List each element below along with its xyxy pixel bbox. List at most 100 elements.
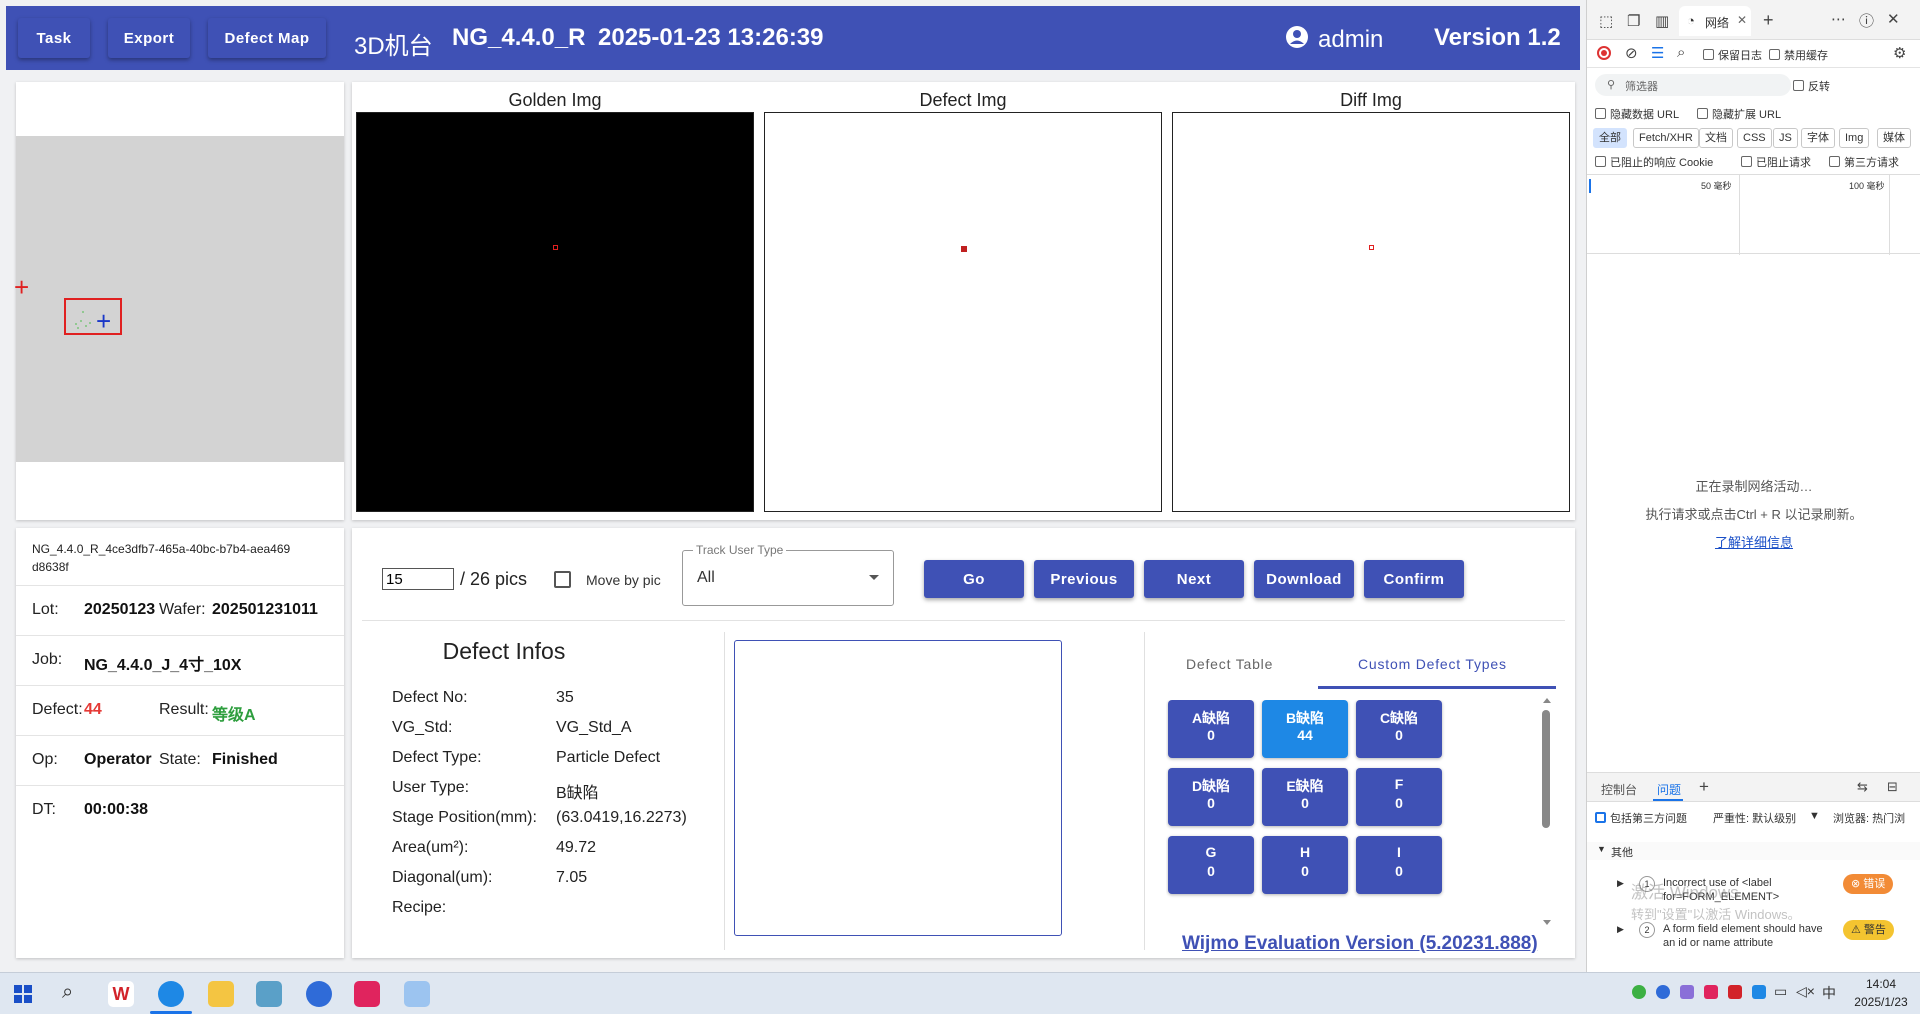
taskbar-date[interactable]: 2025/1/23 [1850, 995, 1912, 1009]
tray-icon[interactable] [1656, 985, 1670, 999]
type-button-d[interactable]: D缺陷 0 [1168, 768, 1254, 826]
search-icon[interactable]: ⌕ [62, 981, 73, 1004]
confirm-button[interactable]: Confirm [1364, 560, 1464, 598]
hide-ext-url-checkbox[interactable]: 隐藏扩展 URL [1697, 106, 1781, 122]
blocked-requests-checkbox[interactable]: 已阻止请求 [1741, 154, 1811, 170]
more-icon[interactable]: ⋯ [1831, 10, 1846, 28]
chip-all[interactable]: 全部 [1593, 128, 1627, 148]
hide-data-url-checkbox[interactable]: 隐藏数据 URL [1595, 106, 1679, 122]
other-group[interactable]: ▼ 其他 [1587, 842, 1920, 860]
defect-image[interactable] [764, 112, 1162, 512]
browser-select[interactable]: 浏览器: 热门浏 [1833, 810, 1905, 826]
ime-icon[interactable]: 中 [1822, 983, 1836, 1003]
expand-issue-icon[interactable]: ▶ [1617, 878, 1624, 889]
chip-css[interactable]: CSS [1737, 128, 1772, 148]
close-devtools-icon[interactable]: ✕ [1887, 10, 1900, 28]
previous-button[interactable]: Previous [1034, 560, 1134, 598]
learn-more-link[interactable]: 了解详细信息 [1587, 532, 1920, 552]
severity-dropdown-icon[interactable]: ▼ [1809, 810, 1820, 822]
chip-font[interactable]: 字体 [1801, 128, 1835, 148]
scroll-down-icon[interactable] [1543, 920, 1551, 925]
tab-defect-table[interactable]: Defect Table [1186, 656, 1273, 672]
type-button-e[interactable]: E缺陷 0 [1262, 768, 1348, 826]
map-selection-box[interactable] [64, 298, 122, 335]
scrollbar-thumb[interactable] [1542, 710, 1550, 828]
username[interactable]: admin [1318, 26, 1383, 54]
scroll-up-icon[interactable] [1543, 698, 1551, 703]
record-icon[interactable] [1597, 46, 1611, 60]
expand-group-icon[interactable]: ▼ [1597, 844, 1606, 854]
go-button[interactable]: Go [924, 560, 1024, 598]
preserve-log-checkbox[interactable]: 保留日志 [1703, 47, 1762, 63]
tray-icon[interactable] [1704, 985, 1718, 999]
wijmo-link[interactable]: Wijmo Evaluation Version (5.20231.888) [1182, 933, 1538, 955]
tray-icon[interactable] [1752, 985, 1766, 999]
app-icon[interactable] [354, 981, 380, 1007]
clear-icon[interactable]: ⊘ [1625, 44, 1638, 62]
taskbar-time[interactable]: 14:04 [1850, 977, 1912, 991]
app-icon[interactable] [404, 981, 430, 1007]
chip-doc[interactable]: 文档 [1699, 128, 1733, 148]
diff-image[interactable] [1172, 112, 1570, 512]
tab-issues[interactable]: 问题 [1657, 781, 1681, 798]
edge-icon[interactable] [158, 981, 184, 1007]
network-tray-icon[interactable]: ▭ [1774, 983, 1787, 1000]
type-button-i[interactable]: I0 [1356, 836, 1442, 894]
settings-gear-icon[interactable]: ⚙ [1893, 44, 1906, 62]
disable-cache-checkbox[interactable]: 禁用缓存 [1769, 47, 1828, 63]
chrome-icon[interactable] [306, 981, 332, 1007]
chip-img[interactable]: Img [1839, 128, 1870, 148]
chip-fetch[interactable]: Fetch/XHR [1633, 128, 1699, 148]
invert-checkbox[interactable]: 反转 [1793, 78, 1830, 94]
close-tab-icon[interactable]: ✕ [1737, 13, 1747, 27]
download-button[interactable]: Download [1254, 560, 1354, 598]
golden-image[interactable] [356, 112, 754, 512]
comment-textarea[interactable] [734, 640, 1062, 936]
dock-icon[interactable]: ⇆ [1857, 779, 1868, 795]
search-icon[interactable]: ⌕ [1677, 44, 1685, 61]
severity-select[interactable]: 严重性: 默认级别 [1713, 810, 1796, 826]
wps-icon[interactable]: W [108, 981, 134, 1007]
type-button-c[interactable]: C缺陷 0 [1356, 700, 1442, 758]
task-button[interactable]: Task [18, 18, 90, 58]
track-user-type-select[interactable]: Track User Type All [682, 543, 894, 606]
panel-icon[interactable]: ▥ [1655, 12, 1669, 30]
type-button-f[interactable]: F0 [1356, 768, 1442, 826]
volume-icon[interactable]: ◁× [1796, 983, 1815, 1000]
tab-console[interactable]: 控制台 [1601, 781, 1637, 798]
add-tab-icon[interactable]: + [1763, 10, 1774, 31]
page-number-input[interactable] [382, 568, 454, 590]
tray-icon[interactable] [1728, 985, 1742, 999]
export-button[interactable]: Export [108, 18, 190, 58]
expand-icon[interactable]: ⊟ [1887, 779, 1898, 795]
defect-map-button[interactable]: Defect Map [208, 18, 326, 58]
third-party-checkbox[interactable]: 第三方请求 [1829, 154, 1899, 170]
issue-item[interactable]: ▶ 2 A form field element should have an … [1587, 918, 1920, 958]
inspect-icon[interactable]: ⬚ [1599, 12, 1613, 30]
type-button-g[interactable]: G0 [1168, 836, 1254, 894]
move-by-pic-checkbox[interactable] [554, 571, 571, 588]
blocked-cookie-checkbox[interactable]: 已阻止的响应 Cookie [1595, 154, 1713, 170]
tab-custom-defect-types[interactable]: Custom Defect Types [1358, 656, 1507, 672]
tab-network[interactable]: ◔ 网络 ✕ [1679, 6, 1751, 36]
file-explorer-icon[interactable] [208, 981, 234, 1007]
types-scrollbar[interactable] [1542, 698, 1551, 928]
type-button-h[interactable]: H0 [1262, 836, 1348, 894]
add-drawer-tab-icon[interactable]: + [1699, 777, 1709, 797]
next-button[interactable]: Next [1144, 560, 1244, 598]
network-timeline[interactable]: 50 毫秒 100 毫秒 [1587, 174, 1920, 255]
filter-input[interactable]: ⚲ 筛选器 [1595, 74, 1791, 96]
include-third-checkbox[interactable]: 包括第三方问题 [1595, 810, 1687, 826]
expand-issue-icon[interactable]: ▶ [1617, 924, 1624, 935]
chip-js[interactable]: JS [1773, 128, 1798, 148]
type-button-b[interactable]: B缺陷 44 [1262, 700, 1348, 758]
tray-icon[interactable] [1680, 985, 1694, 999]
chip-media[interactable]: 媒体 [1877, 128, 1911, 148]
wechat-tray-icon[interactable] [1632, 985, 1646, 999]
type-button-a[interactable]: A缺陷 0 [1168, 700, 1254, 758]
windows-start-icon[interactable] [14, 985, 32, 1003]
filter-icon[interactable]: ☰ [1651, 44, 1664, 62]
help-icon[interactable]: ⓘ [1859, 10, 1874, 31]
app-icon[interactable] [256, 981, 282, 1007]
device-icon[interactable]: ❐ [1627, 12, 1640, 30]
